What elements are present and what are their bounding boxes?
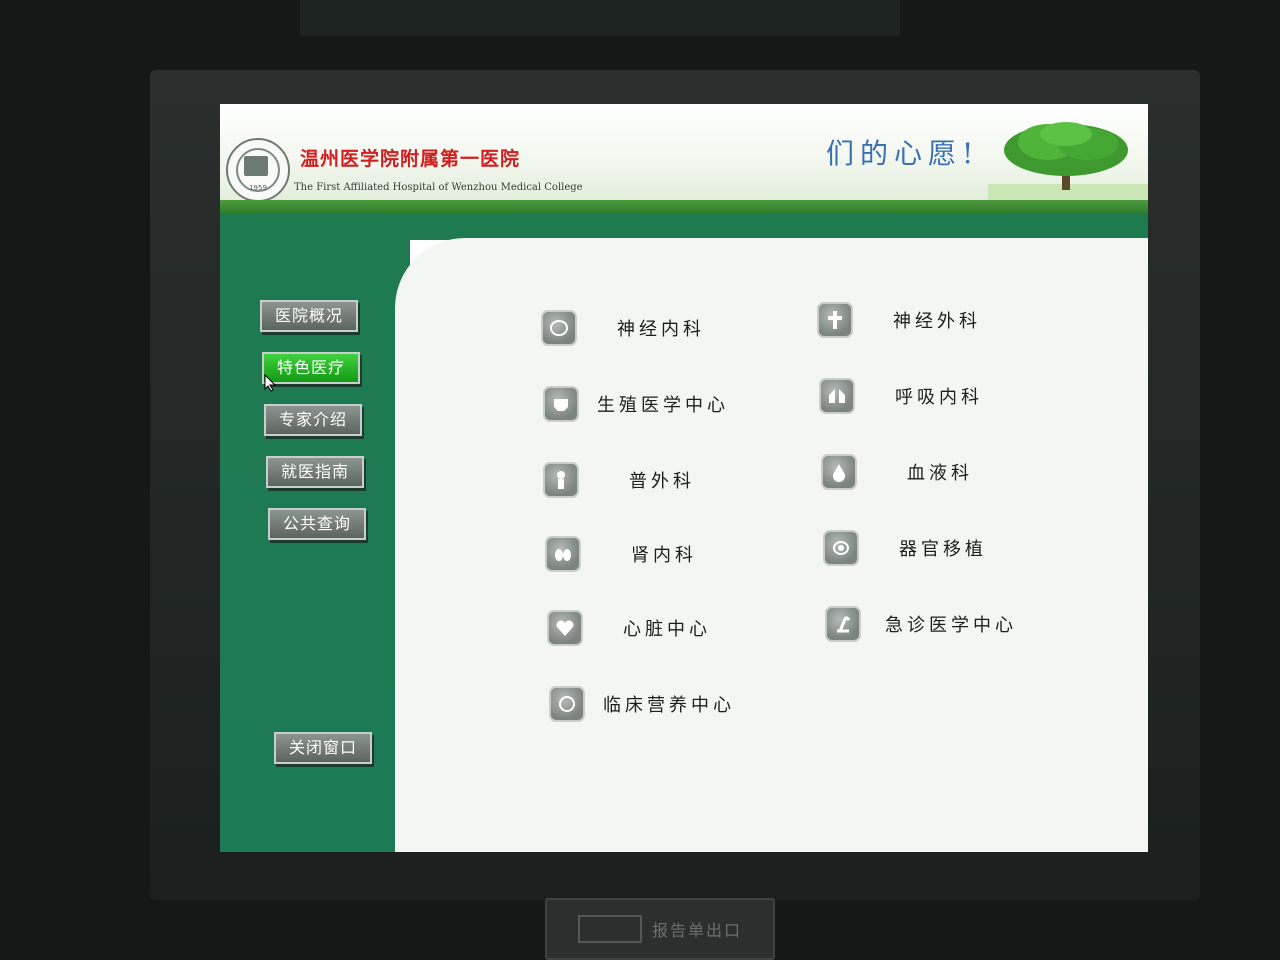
dept-label: 心脏中心	[623, 619, 711, 640]
dept-cardiac-center[interactable]: 心脏中心	[547, 610, 711, 646]
dept-label: 生殖医学中心	[597, 395, 729, 416]
dept-label: 神经外科	[893, 311, 981, 332]
organ-icon	[823, 530, 859, 566]
nav-hospital-overview-button[interactable]: 医院概况	[260, 300, 358, 332]
dept-hematology[interactable]: 血液科	[821, 454, 973, 490]
nutrition-icon	[549, 686, 585, 722]
dept-neurology[interactable]: 神经内科	[541, 310, 705, 346]
dept-general-surgery[interactable]: 普外科	[543, 462, 695, 498]
dept-label: 血液科	[907, 463, 973, 484]
report-slip-slot: 报告单出口	[545, 898, 775, 960]
sidebar-panel: 医院概况 特色医疗 专家介绍 就医指南 公共查询 关闭窗口	[220, 214, 410, 852]
dept-label: 临床营养中心	[603, 695, 735, 716]
kidney-icon	[545, 536, 581, 572]
brain-icon	[541, 310, 577, 346]
nav-experts-button[interactable]: 专家介绍	[264, 404, 362, 436]
header-banner: 1959 温州医学院附属第一医院 The First Affiliated Ho…	[220, 104, 1148, 204]
dept-label: 普外科	[629, 471, 695, 492]
hospital-name: 温州医学院附属第一医院	[300, 148, 521, 170]
dept-label: 肾内科	[631, 545, 697, 566]
header-slogan: 们的心愿!	[826, 137, 980, 170]
header-stripe	[220, 200, 1148, 214]
department-panel: 神经内科 生殖医学中心 普外科 肾内科 心脏中心 临床营养中心 神经外科 呼吸内…	[395, 238, 1148, 852]
emergency-icon	[825, 606, 861, 642]
dept-emergency-center[interactable]: 急诊医学中心	[825, 606, 1017, 642]
kiosk-screen: 1959 温州医学院附属第一医院 The First Affiliated Ho…	[220, 104, 1148, 852]
dept-reproductive-center[interactable]: 生殖医学中心	[543, 386, 729, 422]
logo-year: 1959	[249, 184, 267, 192]
kiosk-top-slot	[300, 0, 900, 36]
tree-icon	[988, 122, 1148, 204]
nav-public-query-button[interactable]: 公共查询	[268, 508, 366, 540]
spine-icon	[817, 302, 853, 338]
dept-organ-transplant[interactable]: 器官移植	[823, 530, 987, 566]
nav-guide-button[interactable]: 就医指南	[266, 456, 364, 488]
blood-drop-icon	[821, 454, 857, 490]
dept-clinical-nutrition[interactable]: 临床营养中心	[549, 686, 735, 722]
hospital-name-en: The First Affiliated Hospital of Wenzhou…	[294, 182, 583, 193]
dept-respiratory[interactable]: 呼吸内科	[819, 378, 983, 414]
torso-icon	[543, 462, 579, 498]
hospital-logo: 1959	[226, 138, 290, 202]
pelvis-icon	[543, 386, 579, 422]
report-slip-label: 报告单出口	[651, 921, 742, 940]
dept-nephrology[interactable]: 肾内科	[545, 536, 697, 572]
dept-label: 神经内科	[617, 319, 705, 340]
heart-icon	[547, 610, 583, 646]
close-window-button[interactable]: 关闭窗口	[274, 732, 372, 764]
dept-label: 急诊医学中心	[885, 615, 1017, 636]
dept-label: 器官移植	[899, 539, 987, 560]
mouse-cursor-icon	[264, 374, 277, 392]
lungs-icon	[819, 378, 855, 414]
dept-neurosurgery[interactable]: 神经外科	[817, 302, 981, 338]
dept-label: 呼吸内科	[895, 387, 983, 408]
